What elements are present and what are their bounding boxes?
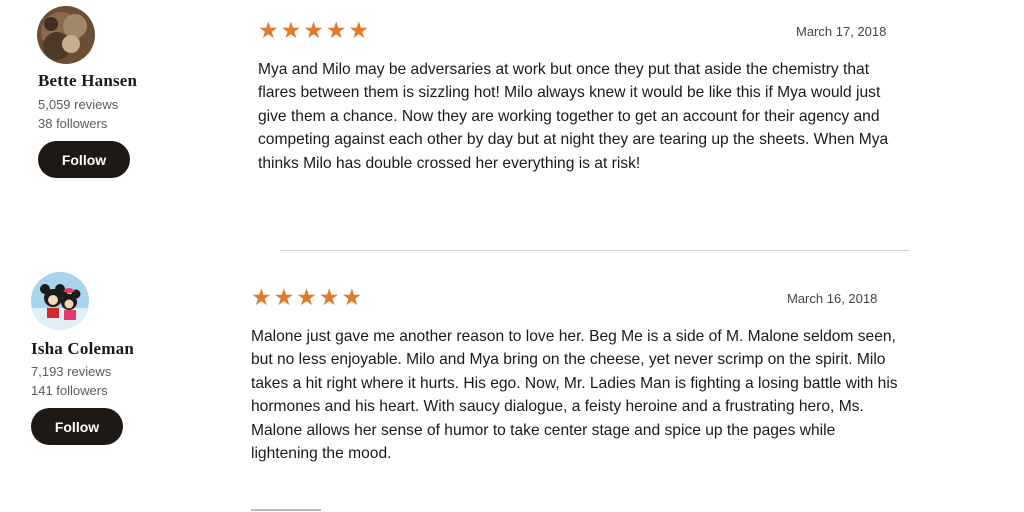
reviewer-review-count: 5,059 reviews xyxy=(38,97,119,112)
avatar-image xyxy=(37,6,95,64)
next-review-stub xyxy=(251,509,321,511)
review-text: Mya and Milo may be adversaries at work … xyxy=(258,61,889,172)
follow-button[interactable]: Follow xyxy=(38,141,130,178)
star-rating: ★★★★★ xyxy=(258,17,372,43)
reviewer-name[interactable]: Isha Coleman xyxy=(31,339,134,359)
review-date[interactable]: March 16, 2018 xyxy=(787,291,877,306)
review-date[interactable]: March 17, 2018 xyxy=(796,24,886,39)
review-text: Malone just gave me another reason to lo… xyxy=(251,328,898,463)
avatar[interactable] xyxy=(37,6,95,64)
reviewer-review-count: 7,193 reviews xyxy=(31,364,112,379)
reviewer-follower-count: 38 followers xyxy=(38,116,108,131)
review-divider xyxy=(280,250,909,251)
star-rating: ★★★★★ xyxy=(251,284,365,310)
reviewer-follower-count: 141 followers xyxy=(31,383,108,398)
avatar-image xyxy=(31,272,89,330)
reviewer-name[interactable]: Bette Hansen xyxy=(38,71,137,91)
follow-button[interactable]: Follow xyxy=(31,408,123,445)
avatar[interactable] xyxy=(31,272,89,330)
